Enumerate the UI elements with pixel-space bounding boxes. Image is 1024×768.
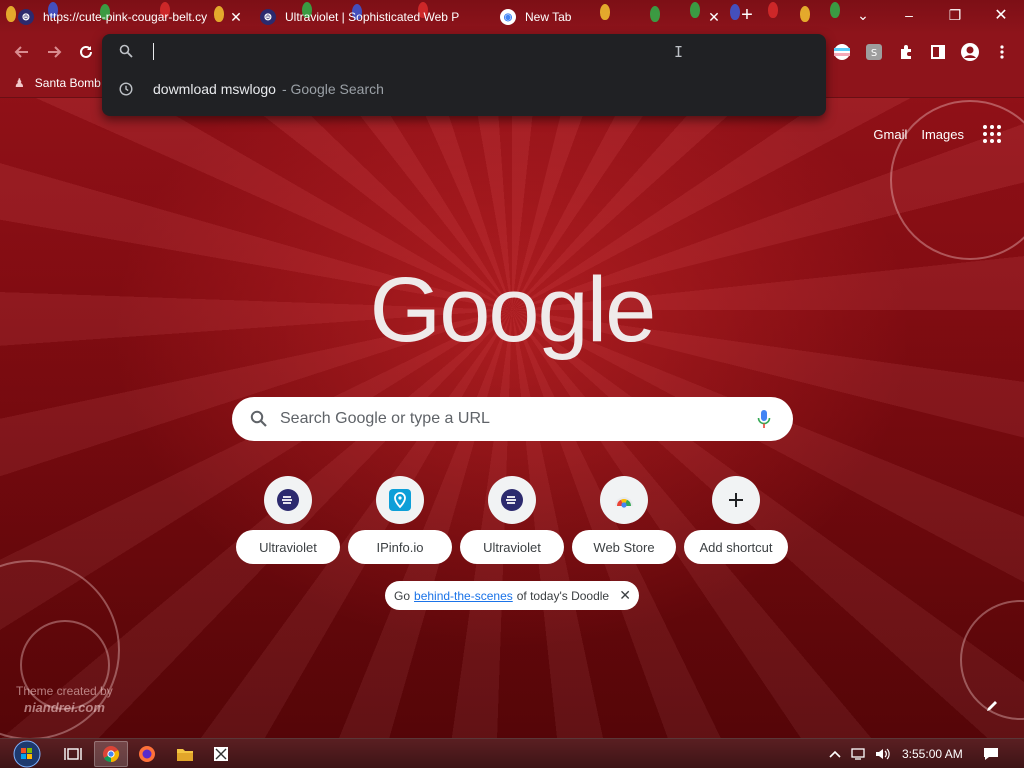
images-link[interactable]: Images: [921, 127, 964, 142]
svg-text:S: S: [871, 48, 877, 59]
tab-new-tab[interactable]: ◉ New Tab ✕: [490, 2, 726, 32]
minimize-button[interactable]: –: [886, 0, 932, 30]
ipinfo-icon: [376, 476, 424, 524]
title-bar: ⊜ https://cute-pink-cougar-belt.cy ✕ ⊜ U…: [0, 0, 1024, 34]
doodle-prefix: Go: [394, 588, 411, 603]
doodle-suffix: of today's Doodle: [516, 588, 610, 603]
doodle-share-chip: Go behind-the-scenes of today's Doodle ✕: [385, 581, 639, 610]
network-icon[interactable]: [850, 745, 868, 763]
add-shortcut-tile[interactable]: Add shortcut: [684, 474, 788, 566]
shortcut-tile[interactable]: Web Store: [572, 474, 676, 566]
suggestion-query: dowmload mswlogo: [153, 81, 276, 97]
search-icon: [119, 44, 133, 63]
tab-label: https://cute-pink-cougar-belt.cy: [43, 10, 208, 24]
action-center-icon[interactable]: [982, 745, 1000, 763]
shortcut-label: Ultraviolet: [236, 530, 340, 564]
show-hidden-icons-chevron-icon[interactable]: [826, 745, 844, 763]
taskbar-clock[interactable]: 3:55:00 AM: [902, 747, 963, 761]
ultraviolet-icon: [264, 476, 312, 524]
shortcuts-row: Ultraviolet IPinfo.io Ultraviolet Web St…: [232, 474, 792, 566]
close-window-button[interactable]: ✕: [978, 0, 1024, 30]
shortcut-label: IPinfo.io: [348, 530, 452, 564]
taskbar-app-icon[interactable]: [204, 741, 238, 767]
tab-ultraviolet[interactable]: ⊜ Ultraviolet | Sophisticated Web P: [250, 2, 488, 32]
ntp-search-box[interactable]: [232, 397, 793, 441]
bookmark-santa-bomb[interactable]: ♟ Santa Bomb: [14, 76, 101, 90]
reload-icon[interactable]: [74, 40, 98, 64]
search-icon: [250, 410, 268, 428]
theme-attribution[interactable]: Theme created by niandrei.com: [16, 684, 113, 715]
volume-icon[interactable]: [874, 745, 892, 763]
history-clock-icon: [119, 82, 133, 101]
mouse-ibeam-cursor-icon: I: [674, 43, 684, 61]
voice-search-mic-icon[interactable]: [757, 409, 771, 434]
forward-icon[interactable]: [42, 40, 66, 64]
shortcut-tile[interactable]: IPinfo.io: [348, 474, 452, 566]
omnibox-dropdown: I dowmload mswlogo - Google Search: [102, 34, 826, 116]
close-icon[interactable]: ✕: [619, 587, 631, 604]
text-caret: [153, 43, 154, 60]
taskbar-file-explorer-icon[interactable]: [168, 741, 202, 767]
taskbar-chrome-icon[interactable]: [94, 741, 128, 767]
bookmark-favicon-icon: ♟: [14, 76, 25, 90]
attribution-author: niandrei.com: [24, 700, 105, 715]
ultraviolet-icon: ⊜: [18, 9, 34, 25]
chrome-icon: ◉: [500, 9, 516, 25]
google-apps-grid-icon[interactable]: [978, 120, 1006, 148]
google-logo: Google: [369, 259, 657, 361]
more-menu-icon[interactable]: [990, 40, 1014, 64]
suggestion-source: - Google Search: [281, 81, 384, 97]
new-tab-button[interactable]: +: [732, 0, 762, 30]
task-view-icon[interactable]: [56, 741, 90, 767]
bookmark-label: Santa Bomb: [34, 76, 101, 90]
behind-the-scenes-link[interactable]: behind-the-scenes: [414, 589, 513, 603]
shortcut-tile[interactable]: Ultraviolet: [236, 474, 340, 566]
flag-extension-icon[interactable]: [830, 40, 854, 64]
ultraviolet-icon: [488, 476, 536, 524]
ultraviolet-icon: ⊜: [260, 9, 276, 25]
side-panel-icon[interactable]: [926, 40, 950, 64]
omnibox-suggestion[interactable]: dowmload mswlogo - Google Search: [102, 74, 826, 104]
taskbar-firefox-icon[interactable]: [130, 741, 164, 767]
shortcut-label: Ultraviolet: [460, 530, 564, 564]
extensions-puzzle-icon[interactable]: [894, 40, 918, 64]
back-icon[interactable]: [10, 40, 34, 64]
s-extension-icon[interactable]: S: [862, 40, 886, 64]
tab-search-icon[interactable]: ⌄: [846, 0, 880, 30]
tab-label: New Tab: [525, 10, 572, 24]
tab-label: Ultraviolet | Sophisticated Web P: [285, 10, 460, 24]
close-tab-icon[interactable]: ✕: [228, 9, 244, 25]
close-tab-icon[interactable]: ✕: [706, 9, 722, 25]
webstore-icon: [600, 476, 648, 524]
attribution-text: Theme created by: [16, 684, 113, 698]
tab-cougar-belt[interactable]: ⊜ https://cute-pink-cougar-belt.cy ✕: [8, 2, 248, 32]
shortcut-label: Add shortcut: [684, 530, 788, 564]
maximize-button[interactable]: ❐: [932, 0, 978, 30]
address-bar[interactable]: I: [102, 34, 826, 70]
windows-taskbar: 3:55:00 AM: [0, 738, 1024, 768]
search-input[interactable]: [280, 410, 720, 428]
shortcut-label: Web Store: [572, 530, 676, 564]
customize-pencil-icon[interactable]: [980, 694, 1004, 718]
gmail-link[interactable]: Gmail: [873, 127, 907, 142]
plus-icon: [712, 476, 760, 524]
profile-avatar-icon[interactable]: [958, 40, 982, 64]
start-button[interactable]: [8, 740, 46, 768]
ntp-top-links: Gmail Images: [873, 120, 1006, 148]
shortcut-tile[interactable]: Ultraviolet: [460, 474, 564, 566]
